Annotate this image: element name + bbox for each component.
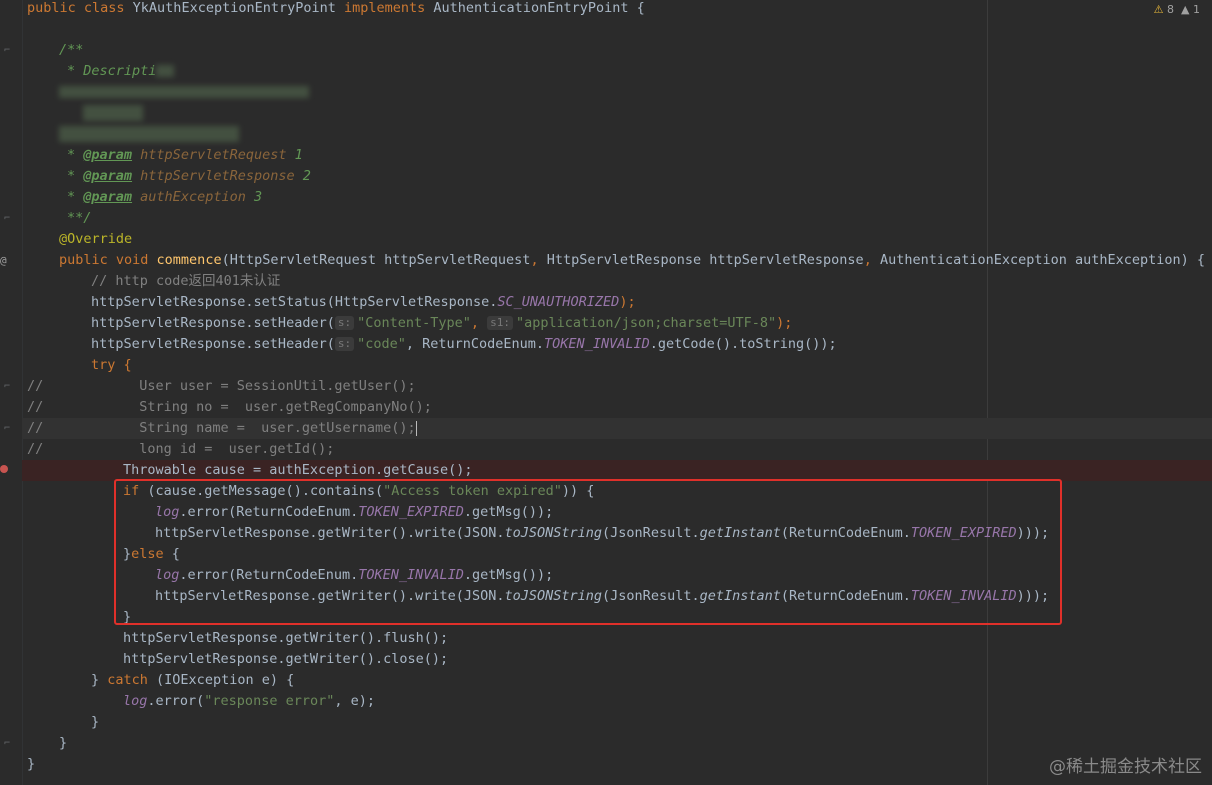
param-hint: s:	[334, 337, 355, 351]
fold-icon[interactable]: ⌐	[4, 738, 10, 749]
javadoc-param: * @param httpServletResponse 2	[67, 168, 311, 184]
javadoc-param: * @param httpServletRequest 1	[67, 147, 303, 163]
param-hint: s1:	[487, 316, 514, 330]
code-line: httpServletResponse.getWriter().close();	[123, 651, 449, 667]
redacted-text	[83, 103, 143, 124]
code-comment: // http code返回401未认证	[91, 273, 281, 289]
fold-icon[interactable]: ⌐	[4, 45, 10, 56]
javadoc-param: * @param authException 3	[67, 189, 263, 205]
code-line: httpServletResponse.getWriter().flush();	[123, 630, 449, 646]
code-line-method-sig: public void commence(HttpServletRequest …	[59, 252, 1206, 268]
watermark: @稀土掘金技术社区	[1049, 757, 1202, 777]
javadoc-description: * Descripti	[67, 61, 175, 82]
commented-line: //String name = user.getUsername();	[27, 420, 417, 436]
code-line: httpServletResponse.setHeader(s: "code", …	[91, 336, 837, 352]
code-editor[interactable]: public class YkAuthExceptionEntryPoint i…	[27, 0, 1212, 785]
code-line: httpServletResponse.setHeader(s: "Content…	[91, 315, 793, 331]
code-line-breakpoint: Throwable cause = authException.getCause…	[123, 462, 473, 478]
code-line-catch: } catch (IOException e) {	[91, 672, 295, 688]
param-hint: s:	[334, 316, 355, 330]
fold-icon[interactable]: ⌐	[4, 381, 10, 392]
code-close-brace: }	[91, 714, 100, 730]
commented-line: //long id = user.getId();	[27, 441, 335, 457]
redacted-text	[59, 82, 309, 103]
override-annotation: @Override	[59, 231, 133, 247]
code-close-brace: }	[59, 735, 68, 751]
javadoc-open: /**	[59, 42, 84, 58]
code-close-brace: }	[27, 756, 36, 772]
text-caret	[415, 420, 417, 436]
fold-icon[interactable]: ⌐	[4, 213, 10, 224]
code-line-class-decl: public class YkAuthExceptionEntryPoint i…	[27, 0, 645, 16]
javadoc-close: **/	[67, 210, 92, 226]
fold-icon[interactable]: ⌐	[4, 423, 10, 434]
override-marker-icon[interactable]: @	[0, 254, 7, 267]
commented-line: //String no = user.getRegCompanyNo();	[27, 399, 432, 415]
highlight-annotation-box	[114, 479, 1062, 625]
commented-line: //User user = SessionUtil.getUser();	[27, 378, 416, 394]
code-line: log.error("response error", e);	[123, 693, 375, 709]
editor-gutter: ⌐ ⌐ @ ⌐ ⌐ ⌐	[0, 0, 23, 785]
redacted-text	[59, 124, 239, 145]
breakpoint-icon[interactable]	[0, 465, 8, 473]
code-line: httpServletResponse.setStatus(HttpServle…	[91, 294, 636, 310]
code-try: try {	[91, 357, 132, 373]
